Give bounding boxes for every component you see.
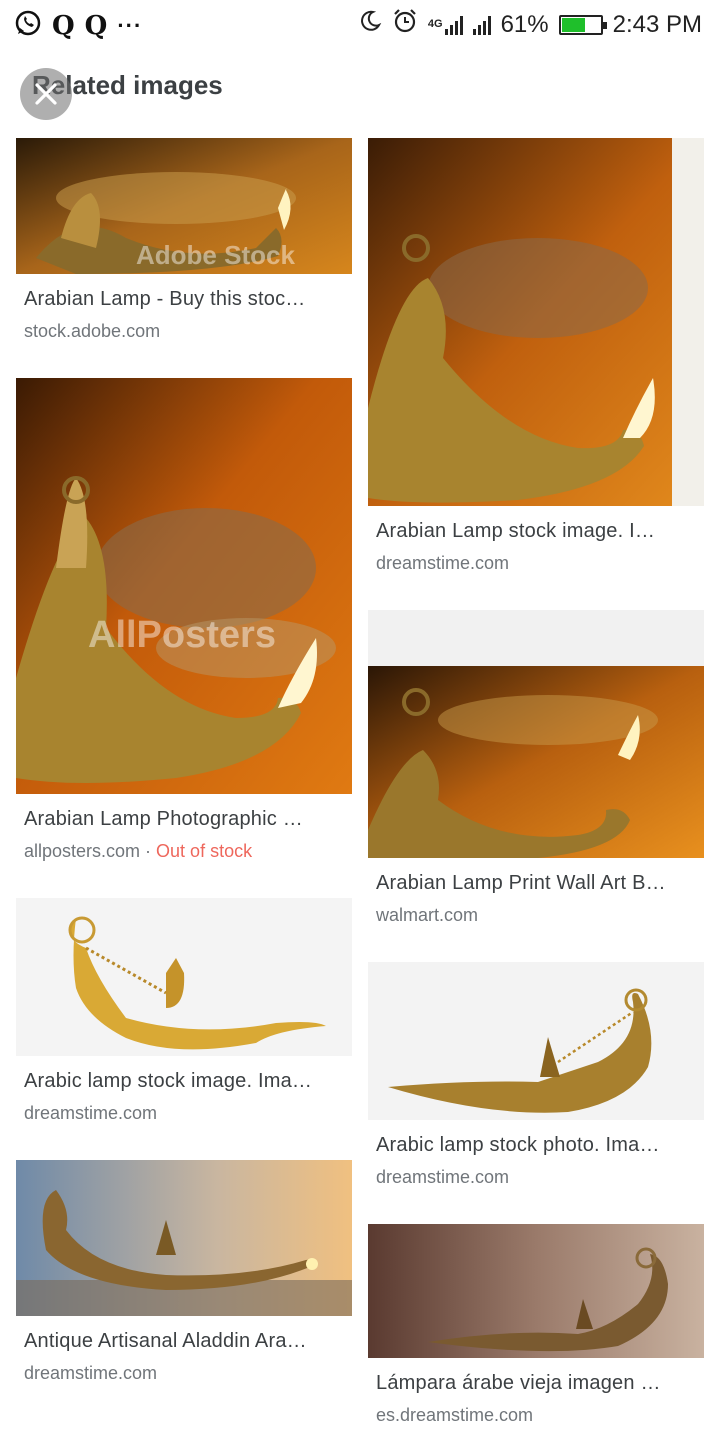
result-source: dreamstime.com xyxy=(376,553,704,574)
result-image[interactable] xyxy=(16,1160,352,1316)
result-card[interactable]: Arabian Lamp stock image. I… dreamstime.… xyxy=(368,138,704,574)
battery-icon xyxy=(558,14,607,35)
result-source-domain: es.dreamstime.com xyxy=(376,1405,534,1425)
result-source-domain: dreamstime.com xyxy=(24,1103,158,1123)
status-right-icons: 4G 61% 2:43 PM xyxy=(358,8,702,41)
result-title[interactable]: Arabic lamp stock photo. Ima… xyxy=(376,1134,696,1157)
watermark-text: AllPosters xyxy=(88,614,276,656)
result-card[interactable]: AllPosters Arabian Lamp Photographic … a… xyxy=(16,378,352,862)
result-image[interactable] xyxy=(368,138,704,506)
result-image[interactable] xyxy=(368,610,704,858)
result-image[interactable] xyxy=(16,898,352,1056)
battery-fill xyxy=(561,17,585,32)
result-title[interactable]: Antique Artisanal Aladdin Ara… xyxy=(24,1330,344,1353)
result-source: stock.adobe.com xyxy=(24,321,352,342)
result-image[interactable]: AllPosters xyxy=(16,378,352,794)
more-dots-icon: ··· xyxy=(117,12,143,38)
result-source: dreamstime.com xyxy=(376,1167,704,1188)
watermark-text: Adobe Stock xyxy=(136,240,295,270)
result-source: es.dreamstime.com xyxy=(376,1405,704,1426)
result-title[interactable]: Arabian Lamp Print Wall Art B… xyxy=(376,872,696,895)
whatsapp-icon xyxy=(14,9,42,42)
result-card[interactable]: Arabian Lamp Print Wall Art B… walmart.c… xyxy=(368,610,704,926)
result-source-domain: stock.adobe.com xyxy=(24,321,161,341)
result-image[interactable] xyxy=(368,1224,704,1358)
result-source-domain: walmart.com xyxy=(376,905,479,925)
moon-icon xyxy=(358,9,382,40)
result-card[interactable]: Arabic lamp stock image. Ima… dreamstime… xyxy=(16,898,352,1124)
result-source: dreamstime.com xyxy=(24,1103,352,1124)
result-title[interactable]: Arabian Lamp Photographic … xyxy=(24,808,344,831)
status-bar: Q Q ··· 4G 61% 2:43 PM xyxy=(0,0,720,50)
result-title[interactable]: Arabian Lamp - Buy this stoc… xyxy=(24,288,344,311)
network-label: 4G xyxy=(427,17,443,30)
result-image[interactable] xyxy=(368,962,704,1120)
result-source-domain: dreamstime.com xyxy=(376,1167,510,1187)
clock: 2:43 PM xyxy=(612,10,702,38)
result-source-domain: dreamstime.com xyxy=(24,1363,158,1383)
network-4g-icon: 4G xyxy=(428,15,463,35)
result-card[interactable]: Lámpara árabe vieja imagen … es.dreamsti… xyxy=(368,1224,704,1426)
close-button[interactable] xyxy=(20,68,72,120)
result-source-domain: dreamstime.com xyxy=(376,553,510,573)
result-title[interactable]: Arabian Lamp stock image. I… xyxy=(376,520,696,543)
status-left-icons: Q Q ··· xyxy=(14,9,142,42)
signal-icon xyxy=(472,15,491,35)
alarm-icon xyxy=(392,8,418,41)
result-card[interactable]: Antique Artisanal Aladdin Ara… dreamstim… xyxy=(16,1160,352,1384)
result-source: dreamstime.com xyxy=(24,1363,352,1384)
result-title[interactable]: Lámpara árabe vieja imagen … xyxy=(376,1372,696,1395)
battery-percent: 61% xyxy=(500,10,549,38)
close-icon xyxy=(35,83,57,105)
result-source: walmart.com xyxy=(376,905,704,926)
out-of-stock-label: Out of stock xyxy=(156,841,253,861)
result-source-domain: allposters.com xyxy=(24,841,141,861)
q-app-icon: Q xyxy=(52,10,75,41)
result-card[interactable]: Arabic lamp stock photo. Ima… dreamstime… xyxy=(368,962,704,1188)
result-source: allposters.com · Out of stock xyxy=(24,841,352,862)
source-separator: · xyxy=(140,841,157,861)
q-app-icon: Q xyxy=(84,10,108,41)
result-card[interactable]: Adobe Stock Arabian Lamp - Buy this stoc… xyxy=(16,138,352,342)
result-image[interactable]: Adobe Stock xyxy=(16,138,352,274)
result-title[interactable]: Arabic lamp stock image. Ima… xyxy=(24,1070,344,1093)
